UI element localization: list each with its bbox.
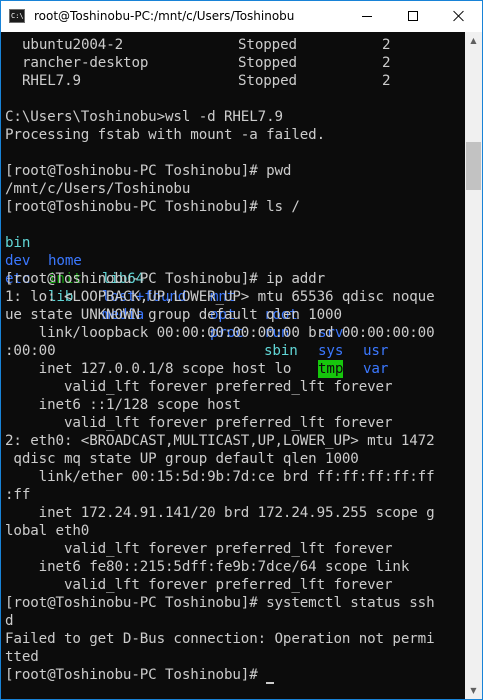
- ls-entry: usr: [363, 343, 389, 359]
- ip-output-line: link/loopback 00:00:00:00:00:00 brd 00:0…: [5, 325, 435, 341]
- ls-entry: sbin: [264, 343, 298, 359]
- maximize-icon: [408, 11, 418, 21]
- vertical-scrollbar[interactable]: ▲ ▼: [465, 32, 482, 699]
- scroll-up-arrow-icon[interactable]: ▲: [465, 32, 482, 49]
- prompt-line: [root@Toshinobu-PC Toshinobu]# ip addr: [5, 270, 325, 288]
- ip-output-line: valid_lft forever preferred_lft forever: [5, 577, 393, 593]
- ip-output-line: ue state UNKNOWN group default qlen 1000: [5, 307, 342, 323]
- ls-output-row: etc lib media proc sbin tmp: [5, 252, 343, 378]
- scrollbar-thumb[interactable]: [466, 142, 481, 190]
- shell-prompt: [root@Toshinobu-PC Toshinobu]#: [5, 595, 267, 611]
- ls-entry: var: [363, 361, 389, 377]
- ip-output-line: link/ether 00:15:5d:9b:7d:ce brd ff:ff:f…: [5, 469, 435, 485]
- ip-output-line: inet6 ::1/128 scope host: [5, 397, 241, 413]
- ls-entry: sys: [318, 343, 344, 359]
- terminal-window: C:\. root@Toshinobu-PC:/mnt/c/Users/Tosh…: [0, 0, 483, 700]
- prompt-line[interactable]: [root@Toshinobu-PC Toshinobu]#: [5, 666, 275, 684]
- scroll-down-arrow-icon[interactable]: ▼: [465, 682, 482, 699]
- ip-output-line: lobal eth0: [5, 523, 90, 539]
- fstab-error-line: Processing fstab with mount -a failed.: [5, 127, 326, 143]
- prompt-line: [root@Toshinobu-PC Toshinobu]# systemctl…: [5, 594, 435, 612]
- shell-prompt: [root@Toshinobu-PC Toshinobu]#: [5, 667, 267, 683]
- ip-output-line: :ff: [5, 487, 31, 503]
- command-wrap-line: d: [5, 613, 14, 629]
- ip-output-line: inet 172.24.91.141/20 brd 172.24.95.255 …: [5, 505, 435, 521]
- terminal-output[interactable]: ubuntu2004-2 Stopped 2 rancher-desktop Stop…: [1, 32, 465, 699]
- dbus-error-line: tted: [5, 649, 39, 665]
- close-icon: [453, 10, 465, 22]
- prompt-line: [root@Toshinobu-PC Toshinobu]# pwd: [5, 162, 291, 180]
- command-text: systemctl status ssh: [266, 595, 435, 611]
- ip-output-line: qdisc mq state UP group default qlen 100…: [5, 451, 359, 467]
- close-button[interactable]: [436, 1, 482, 32]
- cmd-wsl-line: C:\Users\Toshinobu>wsl -d RHEL7.9: [5, 109, 283, 125]
- window-title: root@Toshinobu-PC:/mnt/c/Users/Toshinobu: [34, 9, 295, 23]
- prompt-line: [root@Toshinobu-PC Toshinobu]# ls /: [5, 198, 300, 216]
- command-text: ls /: [266, 199, 300, 215]
- command-text: ip addr: [266, 271, 326, 287]
- ip-output-line: valid_lft forever preferred_lft forever: [5, 379, 393, 395]
- ip-output-line: 1: lo: <LOOPBACK,UP,LOWER_UP> mtu 65536 …: [5, 289, 435, 305]
- minimize-icon: [362, 16, 372, 17]
- ls-output-row: dev init lost+found opt run sys var: [5, 234, 388, 377]
- shell-prompt: [root@Toshinobu-PC Toshinobu]#: [5, 163, 267, 179]
- console-app-icon[interactable]: C:\.: [9, 9, 28, 23]
- ls-entry-highlighted: tmp: [318, 360, 344, 378]
- ip-output-line: valid_lft forever preferred_lft forever: [5, 415, 393, 431]
- dbus-error-line: Failed to get D-Bus connection: Operatio…: [5, 631, 435, 647]
- maximize-button[interactable]: [390, 1, 436, 32]
- ip-output-line: valid_lft forever preferred_lft forever: [5, 541, 393, 557]
- ip-output-line: inet 127.0.0.1/8 scope host lo: [5, 361, 292, 377]
- text-cursor: [266, 682, 275, 684]
- shell-prompt: [root@Toshinobu-PC Toshinobu]#: [5, 199, 267, 215]
- ip-output-line: 2: eth0: <BROADCAST,MULTICAST,UP,LOWER_U…: [5, 433, 435, 449]
- command-text: pwd: [266, 163, 292, 179]
- minimize-button[interactable]: [344, 1, 390, 32]
- shell-prompt: [root@Toshinobu-PC Toshinobu]#: [5, 271, 267, 287]
- pwd-output-line: /mnt/c/Users/Toshinobu: [5, 181, 191, 197]
- ip-output-line: :00:00: [5, 343, 56, 359]
- title-bar[interactable]: C:\. root@Toshinobu-PC:/mnt/c/Users/Tosh…: [1, 1, 482, 32]
- ip-output-line: inet6 fe80::215:5dff:fe9b:7dce/64 scope …: [5, 559, 410, 575]
- ls-output-row: bin home lib64 mnt root srv usr: [5, 216, 388, 359]
